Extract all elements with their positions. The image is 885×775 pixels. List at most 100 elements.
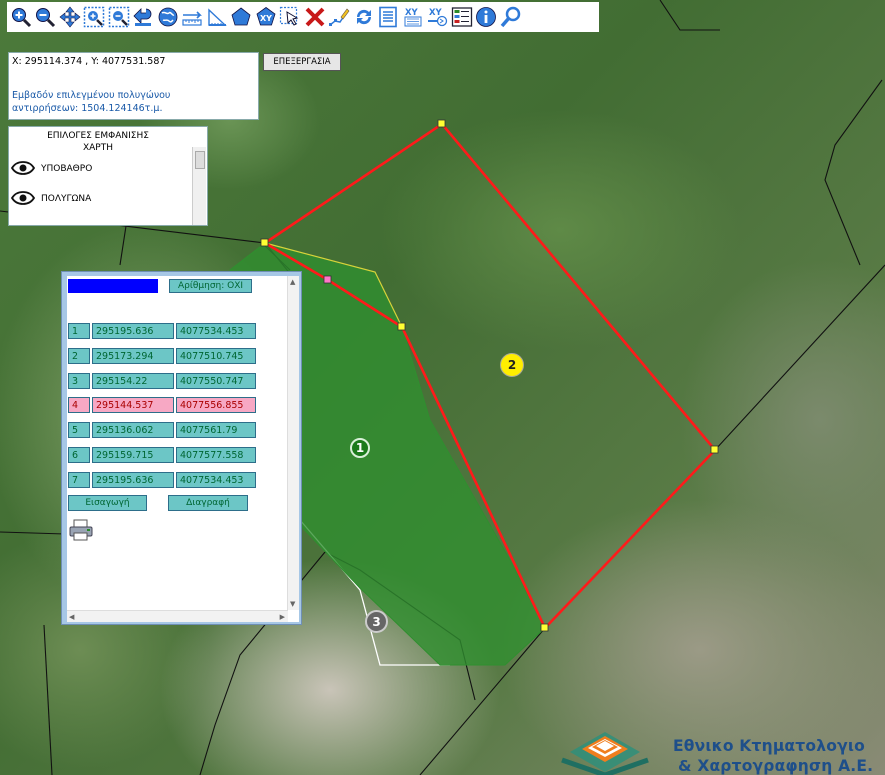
layers-title: ΕΠΙΛΟΓΕΣ ΕΜΦΑΝΙΣΗΣ ΧΑΡΤΗ bbox=[9, 130, 187, 154]
area-value: αντιρρήσεων: 1504.124146τ.μ. bbox=[12, 103, 163, 114]
list-icon[interactable] bbox=[377, 5, 400, 29]
scroll-left-arrow[interactable]: ◀ bbox=[69, 613, 74, 621]
select-icon[interactable] bbox=[279, 5, 302, 29]
vertex-row[interactable]: 2 295173.294 4077510.745 bbox=[68, 348, 258, 364]
scroll-thumb[interactable] bbox=[195, 151, 205, 169]
vertex-handle bbox=[397, 322, 406, 331]
dialog-horizontal-scrollbar[interactable]: ◀ ▶ bbox=[67, 610, 288, 622]
export-xy-icon[interactable]: XY bbox=[426, 5, 449, 29]
vertex-y[interactable]: 4077550.747 bbox=[176, 373, 256, 389]
polygon-color-swatch[interactable] bbox=[68, 279, 158, 293]
polygon-label-3: 3 bbox=[365, 610, 388, 633]
vertex-x[interactable]: 295195.636 bbox=[92, 472, 174, 488]
layer-item-polygons[interactable]: ΠΟΛΥΓΩΝΑ bbox=[9, 184, 207, 214]
map-display-options-panel: ΕΠΙΛΟΓΕΣ ΕΜΦΑΝΙΣΗΣ ΧΑΡΤΗ ΥΠΟΒΑΘΡΟ ΠΟΛΥΓΩ… bbox=[8, 126, 208, 226]
vertex-coordinates-dialog: Αρίθμηση: ΟΧΙ 1 295195.636 4077534.453 2… bbox=[61, 271, 302, 625]
vertex-number: 4 bbox=[68, 397, 90, 413]
vertex-y[interactable]: 4077556.855 bbox=[176, 397, 256, 413]
refresh-icon[interactable] bbox=[352, 5, 375, 29]
numbering-toggle[interactable]: Αρίθμηση: ΟΧΙ bbox=[169, 279, 252, 293]
polygon-label-2: 2 bbox=[500, 353, 524, 377]
insert-button[interactable]: Εισαγωγή bbox=[68, 495, 147, 511]
vertex-y[interactable]: 4077577.558 bbox=[176, 447, 256, 463]
draw-polygon-icon[interactable] bbox=[230, 5, 253, 29]
parcel-boundary bbox=[43, 624, 53, 775]
vertex-x[interactable]: 295159.715 bbox=[92, 447, 174, 463]
vertex-row[interactable]: 5 295136.062 4077561.79 bbox=[68, 422, 258, 438]
measure-area-icon[interactable] bbox=[205, 5, 228, 29]
parcel-boundary bbox=[419, 264, 885, 775]
measure-distance-icon[interactable] bbox=[181, 5, 204, 29]
vertex-y[interactable]: 4077561.79 bbox=[176, 422, 256, 438]
vertex-handle bbox=[710, 445, 719, 454]
delete-icon[interactable] bbox=[303, 5, 326, 29]
zoom-out-icon[interactable] bbox=[34, 5, 57, 29]
eye-icon[interactable] bbox=[10, 190, 36, 208]
parcel-boundary bbox=[0, 531, 66, 535]
vertex-handle bbox=[437, 119, 446, 128]
zoom-box-out-icon[interactable] bbox=[107, 5, 130, 29]
vertex-number: 3 bbox=[68, 373, 90, 389]
layers-scrollbar[interactable] bbox=[192, 147, 206, 225]
vertex-y[interactable]: 4077510.745 bbox=[176, 348, 256, 364]
vertex-row-selected[interactable]: 4 295144.537 4077556.855 bbox=[68, 397, 258, 413]
coordinates-panel: X: 295114.374 , Y: 4077531.587 Εμβαδόν ε… bbox=[8, 52, 259, 120]
vertex-number: 5 bbox=[68, 422, 90, 438]
vertex-number: 1 bbox=[68, 323, 90, 339]
printer-icon[interactable] bbox=[69, 519, 93, 545]
svg-text:XY: XY bbox=[260, 14, 272, 23]
go-to-xy-icon[interactable]: XY bbox=[254, 5, 277, 29]
vertex-y[interactable]: 4077534.453 bbox=[176, 472, 256, 488]
layer-label: ΠΟΛΥΓΩΝΑ bbox=[41, 194, 92, 204]
dialog-vertical-scrollbar[interactable]: ▲ ▼ bbox=[287, 276, 299, 610]
ktimatologio-logo: Εθνικο Κτηματολογιο & Χαρτογραφηση Α.Ε. bbox=[560, 722, 885, 775]
vertex-number: 2 bbox=[68, 348, 90, 364]
eye-icon[interactable] bbox=[10, 160, 36, 178]
logo-text-line2: & Χαρτογραφηση Α.Ε. bbox=[678, 757, 874, 775]
parcel-boundary bbox=[659, 0, 720, 31]
vertex-row[interactable]: 7 295195.636 4077534.453 bbox=[68, 472, 258, 488]
info-icon[interactable] bbox=[475, 5, 498, 29]
zoom-in-icon[interactable] bbox=[9, 5, 32, 29]
map-toolbar: XY XY XY bbox=[7, 2, 599, 32]
edit-vertices-icon[interactable] bbox=[328, 5, 351, 29]
import-xy-icon[interactable]: XY bbox=[401, 5, 424, 29]
vertex-row[interactable]: 3 295154.22 4077550.747 bbox=[68, 373, 258, 389]
delete-vertex-button[interactable]: Διαγραφή bbox=[168, 495, 248, 511]
full-extent-icon[interactable] bbox=[156, 5, 179, 29]
vertex-x[interactable]: 295144.537 bbox=[92, 397, 174, 413]
pan-icon[interactable] bbox=[58, 5, 81, 29]
vertex-x[interactable]: 295195.636 bbox=[92, 323, 174, 339]
scroll-down-arrow[interactable]: ▼ bbox=[290, 600, 295, 608]
logo-text-line1: Εθνικο Κτηματολογιο bbox=[673, 737, 865, 755]
dialog-content: Αρίθμηση: ΟΧΙ 1 295195.636 4077534.453 2… bbox=[67, 276, 299, 622]
vertex-x[interactable]: 295136.062 bbox=[92, 422, 174, 438]
layers-title-line1: ΕΠΙΛΟΓΕΣ ΕΜΦΑΝΙΣΗΣ bbox=[47, 131, 149, 141]
layer-item-basemap[interactable]: ΥΠΟΒΑΘΡΟ bbox=[9, 154, 207, 184]
vertex-handle bbox=[260, 238, 269, 247]
layer-label: ΥΠΟΒΑΘΡΟ bbox=[41, 164, 93, 174]
scroll-right-arrow[interactable]: ▶ bbox=[280, 613, 285, 621]
zoom-box-in-icon[interactable] bbox=[83, 5, 106, 29]
layers-title-line2: ΧΑΡΤΗ bbox=[82, 143, 113, 153]
logo-mark-icon bbox=[561, 732, 649, 775]
cursor-coordinates: X: 295114.374 , Y: 4077531.587 bbox=[12, 56, 166, 67]
vertex-x[interactable]: 295173.294 bbox=[92, 348, 174, 364]
vertex-row[interactable]: 1 295195.636 4077534.453 bbox=[68, 323, 258, 339]
vertex-handle bbox=[540, 623, 549, 632]
legend-icon[interactable] bbox=[450, 5, 473, 29]
previous-view-icon[interactable] bbox=[132, 5, 155, 29]
vertex-handle-selected bbox=[323, 275, 332, 284]
vertex-x[interactable]: 295154.22 bbox=[92, 373, 174, 389]
scroll-up-arrow[interactable]: ▲ bbox=[290, 278, 295, 286]
edit-button[interactable]: ΕΠΕΞΕΡΓΑΣΙΑ bbox=[263, 53, 341, 71]
area-label: Εμβαδόν επιλεγμένου πολυγώνου bbox=[12, 90, 171, 101]
parcel-boundary bbox=[824, 79, 883, 266]
selected-polygon-area: Εμβαδόν επιλεγμένου πολυγώνου αντιρρήσεω… bbox=[12, 89, 255, 115]
search-icon[interactable] bbox=[499, 5, 522, 29]
vertex-row[interactable]: 6 295159.715 4077577.558 bbox=[68, 447, 258, 463]
vertex-number: 7 bbox=[68, 472, 90, 488]
polygon-label-1: 1 bbox=[350, 438, 370, 458]
vertex-number: 6 bbox=[68, 447, 90, 463]
vertex-y[interactable]: 4077534.453 bbox=[176, 323, 256, 339]
